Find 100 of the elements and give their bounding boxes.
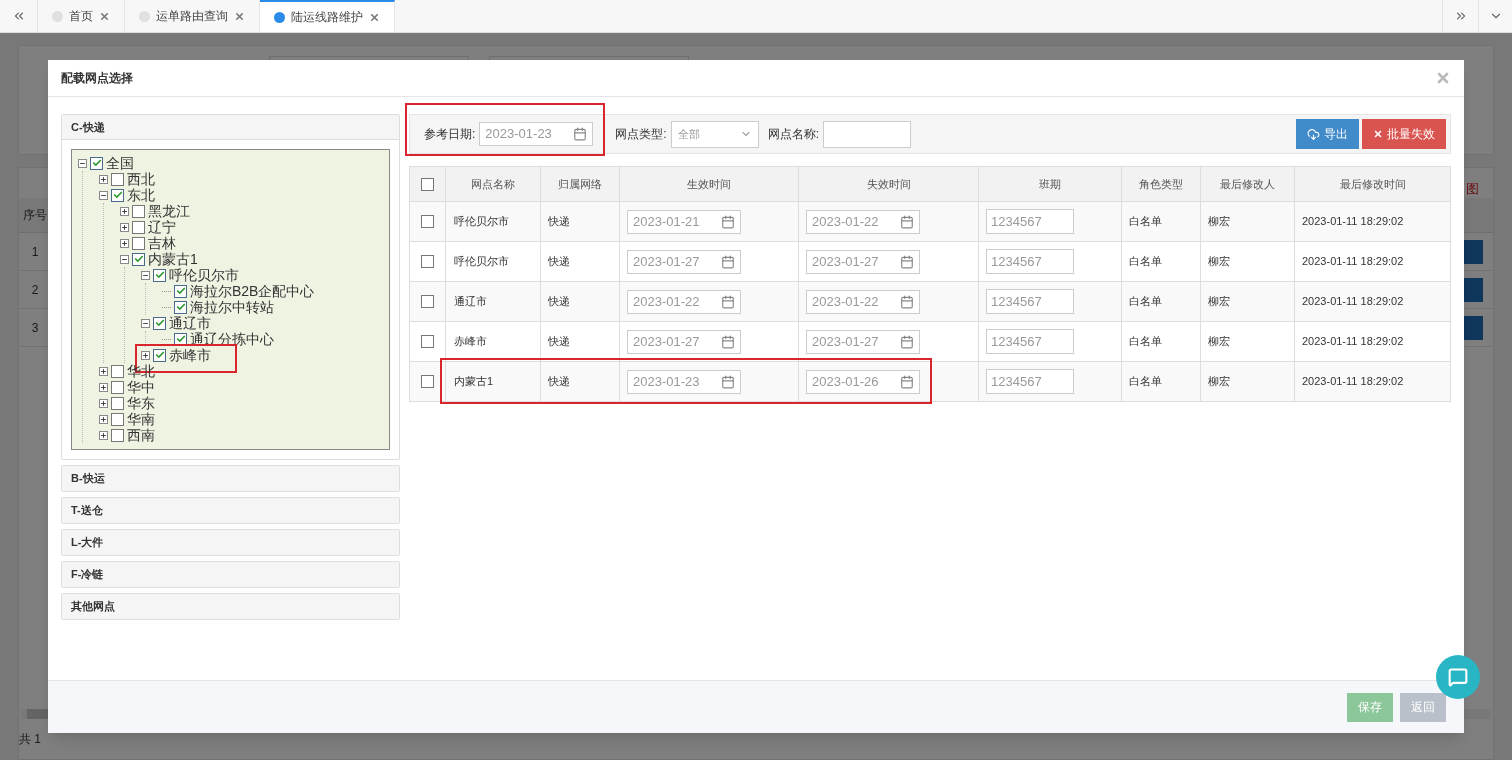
plus-icon xyxy=(100,367,107,375)
calendar-icon xyxy=(900,374,914,389)
accordion-header[interactable]: 其他网点 xyxy=(62,594,399,619)
accordion-header[interactable]: T-送仓 xyxy=(62,498,399,523)
expand-toggle[interactable] xyxy=(120,238,129,248)
checkbox[interactable] xyxy=(153,348,166,362)
calendar-icon xyxy=(573,127,588,141)
check-icon xyxy=(154,350,165,360)
column-header: 最后修改时间 xyxy=(1294,166,1451,202)
table-cell: 白名单 xyxy=(1121,321,1201,362)
expand-toggle[interactable] xyxy=(99,398,108,408)
checkbox[interactable] xyxy=(111,188,124,202)
field-label: 参考日期: xyxy=(424,126,476,143)
checkbox[interactable] xyxy=(132,236,145,250)
close-icon[interactable] xyxy=(369,11,380,23)
tree-node-label[interactable]: 华南 xyxy=(127,411,155,427)
column-header: 网点名称 xyxy=(445,166,541,202)
tree-node-label[interactable]: 通辽市 xyxy=(169,315,211,331)
table-cell: 呼伦贝尔市 xyxy=(445,241,541,282)
expand-toggle[interactable] xyxy=(99,382,108,392)
expand-toggle[interactable] xyxy=(99,366,108,376)
tree-node-label[interactable]: 海拉尔B2B企配中心 xyxy=(190,283,315,299)
checkbox[interactable] xyxy=(421,375,434,388)
expand-toggle[interactable] xyxy=(99,174,108,184)
accordion-header[interactable]: L-大件 xyxy=(62,530,399,555)
tree-node-label[interactable]: 海拉尔中转站 xyxy=(190,299,274,315)
checkbox[interactable] xyxy=(174,284,187,298)
tree-node-label[interactable]: 黑龙江 xyxy=(148,203,190,219)
tree-node-label[interactable]: 吉林 xyxy=(148,235,176,251)
plus-icon xyxy=(100,383,107,391)
check-icon xyxy=(154,318,165,328)
checkbox[interactable] xyxy=(90,156,103,170)
tab[interactable]: 陆运线路维护 xyxy=(260,0,395,32)
checkbox[interactable] xyxy=(153,316,166,330)
table-cell: 2023-01-11 18:29:02 xyxy=(1294,281,1451,322)
tree-node-label[interactable]: 赤峰市 xyxy=(169,347,211,363)
tree-node-label[interactable]: 辽宁 xyxy=(148,219,176,235)
tab[interactable]: 首页 xyxy=(38,0,125,32)
checkbox[interactable] xyxy=(111,396,124,410)
checkbox[interactable] xyxy=(421,335,434,348)
checkbox[interactable] xyxy=(111,172,124,186)
column-header: 归属网络 xyxy=(540,166,620,202)
checkbox[interactable] xyxy=(421,177,434,191)
checkbox[interactable] xyxy=(421,295,434,308)
checkbox[interactable] xyxy=(111,412,124,426)
accordion-header[interactable]: B-快运 xyxy=(62,466,399,491)
expand-toggle[interactable] xyxy=(141,350,150,360)
tree-node-label[interactable]: 西南 xyxy=(127,427,155,443)
table-cell: 通辽市 xyxy=(445,281,541,322)
calendar-icon xyxy=(900,254,914,269)
close-icon[interactable] xyxy=(99,10,110,22)
accordion-header[interactable]: C-快递 xyxy=(62,115,399,140)
tree-node-label[interactable]: 东北 xyxy=(127,187,155,203)
checkbox[interactable] xyxy=(132,252,145,266)
table-cell: 柳宏 xyxy=(1200,321,1295,362)
checkbox[interactable] xyxy=(132,220,145,234)
expand-toggle[interactable] xyxy=(99,430,108,440)
tree-node-label[interactable]: 华中 xyxy=(127,379,155,395)
table-cell: 柳宏 xyxy=(1200,241,1295,282)
checkbox[interactable] xyxy=(111,364,124,378)
tree-node-label[interactable]: 全国 xyxy=(106,155,134,171)
check-icon xyxy=(175,334,186,344)
table-cell: 内蒙古1 xyxy=(445,361,541,402)
checkbox[interactable] xyxy=(111,380,124,394)
column-header: 最后修改人 xyxy=(1200,166,1295,202)
table-cell: 柳宏 xyxy=(1200,361,1295,402)
cloud-download-icon xyxy=(1307,127,1320,141)
tree-node-label[interactable]: 华东 xyxy=(127,395,155,411)
accordion-header[interactable]: F-冷链 xyxy=(62,562,399,587)
collapse-toggle[interactable] xyxy=(120,254,129,264)
checkbox[interactable] xyxy=(111,428,124,442)
expand-toggle[interactable] xyxy=(120,222,129,232)
close-icon[interactable] xyxy=(234,10,245,22)
collapse-toggle[interactable] xyxy=(99,190,108,200)
collapse-toggle[interactable] xyxy=(141,270,150,280)
tree-node-label[interactable]: 西北 xyxy=(127,171,155,187)
table-cell-text: 3 xyxy=(30,319,40,337)
table-cell: 快递 xyxy=(540,361,620,402)
tree-node-label[interactable]: 呼伦贝尔市 xyxy=(169,267,239,283)
checkbox[interactable] xyxy=(421,215,434,228)
checkbox[interactable] xyxy=(132,204,145,218)
export-button[interactable]: 导出 xyxy=(1296,119,1359,149)
expand-toggle[interactable] xyxy=(120,206,129,216)
invalidate-button[interactable]: 批量失效 xyxy=(1362,119,1446,149)
table-cell: 快递 xyxy=(540,201,620,242)
table-cell: 柳宏 xyxy=(1200,201,1295,242)
collapse-toggle[interactable] xyxy=(78,158,87,168)
table-cell: 白名单 xyxy=(1121,201,1201,242)
name-field[interactable] xyxy=(823,120,912,148)
check-icon xyxy=(154,270,165,280)
checkbox[interactable] xyxy=(153,268,166,282)
column-header: 生效时间 xyxy=(619,166,799,202)
tree-node-label[interactable]: 内蒙古1 xyxy=(148,251,198,267)
checkbox[interactable] xyxy=(174,300,187,314)
column-header: 失效时间 xyxy=(798,166,979,202)
checkbox[interactable] xyxy=(421,255,434,268)
check-icon xyxy=(133,254,144,264)
expand-toggle[interactable] xyxy=(99,414,108,424)
calendar-icon xyxy=(721,294,735,309)
collapse-toggle[interactable] xyxy=(141,318,150,328)
